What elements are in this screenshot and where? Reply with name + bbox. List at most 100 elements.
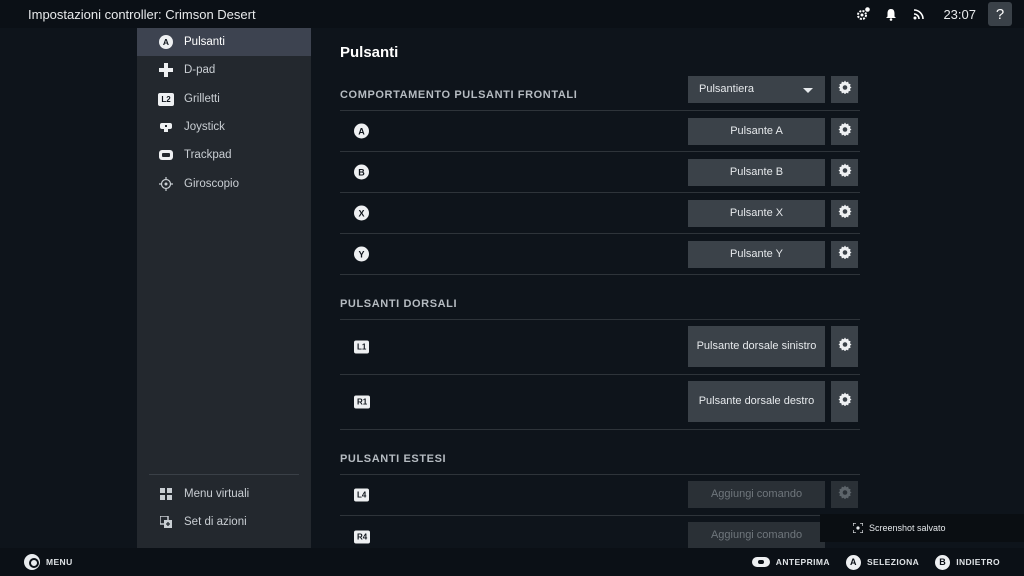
section-header: PULSANTI DORSALI (340, 298, 458, 310)
binding-button-a[interactable]: Pulsante A (688, 118, 825, 145)
binding-button-l1[interactable]: Pulsante dorsale sinistro (688, 326, 825, 367)
sidebar-item-menu-virtuali[interactable]: Menu virtuali (137, 480, 311, 508)
button-row-a: A Pulsante A (340, 111, 860, 152)
sidebar: A Pulsanti D-pad L2 Grilletti Joystick T… (137, 28, 311, 548)
screenshot-icon (852, 522, 864, 534)
page-title: Pulsanti (340, 44, 399, 61)
sidebar-item-label: D-pad (184, 64, 216, 76)
gyro-icon (158, 176, 174, 192)
sidebar-item-label: Pulsanti (184, 36, 225, 48)
bell-icon[interactable] (883, 6, 899, 22)
button-b-icon: B (354, 164, 369, 180)
gear-icon (838, 337, 852, 356)
sidebar-item-dpad[interactable]: D-pad (137, 56, 311, 84)
hint-label: INDIETRO (956, 557, 1000, 567)
binding-settings-button-y[interactable] (831, 241, 858, 268)
button-y-icon: Y (354, 246, 369, 262)
bottom-bar: MENU ANTEPRIMA A SELEZIONA B INDIETRO (0, 548, 1024, 576)
sidebar-item-label: Trackpad (184, 149, 232, 161)
sidebar-item-label: Grilletti (184, 93, 220, 105)
button-row-l1: L1 Pulsante dorsale sinistro (340, 320, 860, 375)
binding-button-x[interactable]: Pulsante X (688, 200, 825, 227)
status-area: 23:07 ? (855, 0, 1024, 28)
sidebar-item-label: Giroscopio (184, 178, 239, 190)
toast-text: Screenshot salvato (869, 523, 946, 533)
trackpad-icon (158, 147, 174, 163)
binding-settings-button-b[interactable] (831, 159, 858, 186)
add-command-button-r4[interactable]: Aggiungi comando (688, 522, 825, 549)
button-r1-icon: R1 (354, 395, 371, 409)
preview-icon (751, 557, 770, 567)
clock: 23:07 (943, 6, 976, 22)
joystick-icon (158, 119, 174, 135)
steam-logo-icon (24, 554, 40, 570)
button-row-b: B Pulsante B (340, 152, 860, 193)
action-set-icon (158, 514, 174, 530)
back-hint[interactable]: B INDIETRO (935, 554, 1000, 570)
button-row-y: Y Pulsante Y (340, 234, 860, 275)
select-hint[interactable]: A SELEZIONA (845, 554, 920, 570)
wifi-icon[interactable] (911, 6, 927, 22)
behavior-settings-button[interactable] (831, 76, 858, 103)
button-row-l4: L4 Aggiungi comando (340, 475, 860, 516)
button-a-icon: A (845, 554, 861, 570)
sidebar-item-label: Set di azioni (184, 516, 247, 528)
sidebar-item-set-di-azioni[interactable]: Set di azioni (137, 508, 311, 536)
gear-icon (838, 163, 852, 182)
screenshot-toast: Screenshot salvato (820, 514, 1024, 542)
settings-badge-icon[interactable] (855, 6, 871, 22)
binding-settings-button-x[interactable] (831, 200, 858, 227)
button-r4-icon: R4 (354, 530, 371, 543)
section-header: PULSANTI ESTESI (340, 453, 447, 465)
menu-hint[interactable]: MENU (24, 554, 73, 570)
sidebar-item-grilletti[interactable]: L2 Grilletti (137, 85, 311, 113)
sidebar-item-trackpad[interactable]: Trackpad (137, 141, 311, 169)
button-l1-icon: L1 (354, 340, 370, 354)
gear-icon (838, 245, 852, 264)
sidebar-item-label: Menu virtuali (184, 488, 250, 500)
sidebar-item-pulsanti[interactable]: A Pulsanti (137, 28, 311, 56)
button-hints: ANTEPRIMA A SELEZIONA B INDIETRO (736, 548, 1000, 576)
section-header-row: PULSANTI DORSALI (340, 298, 860, 320)
sidebar-item-giroscopio[interactable]: Giroscopio (137, 170, 311, 198)
button-a-icon: A (354, 123, 369, 139)
menu-label: MENU (46, 557, 73, 567)
hint-label: SELEZIONA (866, 557, 920, 567)
binding-settings-button-r1[interactable] (831, 381, 858, 422)
gear-icon (838, 204, 852, 223)
gear-icon (838, 122, 852, 141)
dpad-icon (158, 62, 174, 78)
add-command-button-l4[interactable]: Aggiungi comando (688, 481, 825, 508)
binding-settings-button-a[interactable] (831, 118, 858, 145)
grid-menu-icon (158, 486, 174, 502)
binding-settings-button-l1[interactable] (831, 326, 858, 367)
top-bar: Impostazioni controller: Crimson Desert … (0, 0, 1024, 28)
binding-button-r1[interactable]: Pulsante dorsale destro (688, 381, 825, 422)
gear-icon (838, 485, 852, 504)
section-header-row: COMPORTAMENTO PULSANTI FRONTALI Pulsanti… (340, 76, 860, 111)
main-content: Pulsanti COMPORTAMENTO PULSANTI FRONTALI… (340, 28, 860, 549)
button-b-icon: B (935, 554, 951, 570)
behavior-dropdown[interactable]: Pulsantiera (688, 76, 825, 103)
binding-button-y[interactable]: Pulsante Y (688, 241, 825, 268)
gear-icon (838, 80, 852, 99)
button-x-icon: X (354, 205, 369, 221)
help-button[interactable]: ? (988, 2, 1012, 26)
face-button-a-icon: A (158, 34, 174, 50)
gear-icon (838, 392, 852, 411)
dropdown-value: Pulsantiera (699, 82, 755, 95)
binding-settings-button-l4[interactable] (831, 481, 858, 508)
sidebar-item-label: Joystick (184, 121, 225, 133)
button-l4-icon: L4 (354, 488, 370, 502)
hint-label: ANTEPRIMA (775, 557, 830, 567)
binding-button-b[interactable]: Pulsante B (688, 159, 825, 186)
section-header-row: PULSANTI ESTESI (340, 453, 860, 475)
button-row-r1: R1 Pulsante dorsale destro (340, 375, 860, 430)
button-row-x: X Pulsante X (340, 193, 860, 234)
sidebar-item-joystick[interactable]: Joystick (137, 113, 311, 141)
sidebar-divider (149, 474, 299, 475)
preview-hint[interactable]: ANTEPRIMA (751, 557, 830, 567)
l2-trigger-icon: L2 (158, 91, 174, 107)
window-title: Impostazioni controller: Crimson Desert (28, 6, 256, 22)
chevron-down-icon (803, 88, 813, 93)
